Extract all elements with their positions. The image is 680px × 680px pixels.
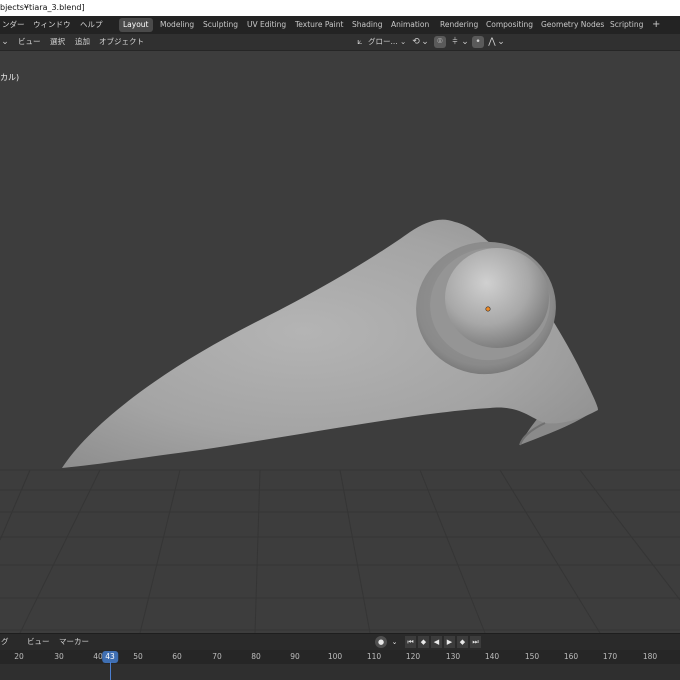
frame-tick: 60 [172, 652, 182, 661]
add-workspace-button[interactable]: + [652, 16, 660, 34]
next-keyframe-icon[interactable]: ◆ [457, 636, 468, 648]
tab-uv-editing[interactable]: UV Editing [243, 18, 290, 32]
tab-shading[interactable]: Shading [348, 18, 386, 32]
timeline-track[interactable] [0, 664, 680, 680]
menu-timeline-view[interactable]: ビュー [27, 634, 50, 650]
menu-window[interactable]: ウィンドウ [33, 16, 71, 34]
play-icon[interactable]: ▶ [444, 636, 455, 648]
window-title: bjects¥tiara_3.blend] [0, 3, 85, 12]
menu-object[interactable]: オブジェクト [99, 34, 144, 50]
frame-tick: 110 [366, 652, 382, 661]
jump-start-icon[interactable]: ⏮ [405, 636, 416, 648]
viewport-canvas [0, 219, 680, 633]
prev-keyframe-icon[interactable]: ◆ [418, 636, 429, 648]
object-origin-dot [485, 306, 491, 312]
frame-tick: 150 [524, 652, 540, 661]
play-reverse-icon[interactable]: ◀ [431, 636, 442, 648]
falloff-icon[interactable]: ⋀ [487, 34, 497, 50]
transform-orientation-label: グロー... [368, 37, 398, 46]
top-menu-bar: ンダー ウィンドウ ヘルプ Layout Modeling Sculpting … [0, 16, 680, 34]
frame-tick: 20 [14, 652, 24, 661]
chevron-down-icon[interactable]: ⌄ [0, 34, 10, 50]
menu-select[interactable]: 選択 [50, 34, 65, 50]
floor-grid [0, 469, 680, 633]
frame-tick: 50 [133, 652, 143, 661]
tab-rendering[interactable]: Rendering [436, 18, 482, 32]
transform-orientation-dropdown[interactable]: グロー... ⌄ [368, 35, 406, 49]
frame-tick: 70 [212, 652, 222, 661]
tiara-gem [445, 248, 549, 348]
menu-help[interactable]: ヘルプ [80, 16, 103, 34]
chevron-down-icon[interactable]: ⌄ [497, 34, 505, 50]
frame-tick: 180 [642, 652, 658, 661]
frame-tick: 30 [54, 652, 64, 661]
tab-scripting[interactable]: Scripting [606, 18, 647, 32]
menu-add[interactable]: 追加 [75, 34, 90, 50]
tiara-object[interactable] [62, 219, 598, 468]
snap-icon[interactable]: ⌾ [434, 36, 446, 48]
menu-marker[interactable]: マーカー [59, 634, 89, 650]
menu-view[interactable]: ビュー [18, 34, 41, 50]
timeline-header: グ ビュー マーカー ● ⌄ ⏮ ◆ ◀ ▶ ◆ ⏭ [0, 633, 680, 650]
tab-compositing[interactable]: Compositing [482, 18, 537, 32]
tab-layout[interactable]: Layout [119, 18, 153, 32]
frame-tick: 130 [445, 652, 461, 661]
transform-orientation-icon[interactable]: ⟀ [354, 34, 366, 50]
jump-end-icon[interactable]: ⏭ [470, 636, 481, 648]
tab-modeling[interactable]: Modeling [156, 18, 198, 32]
playhead[interactable] [110, 662, 111, 680]
record-icon[interactable]: ● [375, 636, 387, 648]
viewport-header: ⌄ ビュー 選択 追加 オブジェクト ⟀ グロー... ⌄ ⟲ ⌄ ⌾ ⫩ ⌄ … [0, 34, 680, 51]
tab-texture-paint[interactable]: Texture Paint [291, 18, 347, 32]
tab-geometry-nodes[interactable]: Geometry Nodes [537, 18, 608, 32]
window-title-bar: bjects¥tiara_3.blend] [0, 0, 680, 17]
timeline-ruler[interactable]: 20 30 40 50 60 70 80 90 100 110 120 130 … [0, 650, 680, 664]
frame-tick: 140 [484, 652, 500, 661]
tab-sculpting[interactable]: Sculpting [199, 18, 242, 32]
frame-tick: 90 [290, 652, 300, 661]
frame-tick: 170 [602, 652, 618, 661]
menu-render[interactable]: ンダー [2, 16, 25, 34]
chevron-down-icon[interactable]: ⌄ [389, 636, 400, 648]
frame-tick: 160 [563, 652, 579, 661]
frame-tick: 80 [251, 652, 261, 661]
menu-playback[interactable]: グ [1, 634, 9, 650]
frame-tick: 100 [327, 652, 343, 661]
3d-viewport[interactable]: カル) [0, 51, 680, 633]
frame-tick: 120 [405, 652, 421, 661]
chevron-down-icon[interactable]: ⌄ [461, 34, 469, 50]
tab-animation[interactable]: Animation [387, 18, 433, 32]
view-mode-label: カル) [0, 73, 20, 82]
proportional-edit-icon[interactable]: • [472, 36, 484, 48]
snap-target-icon[interactable]: ⫩ [449, 34, 461, 50]
chevron-down-icon[interactable]: ⌄ [421, 34, 429, 50]
